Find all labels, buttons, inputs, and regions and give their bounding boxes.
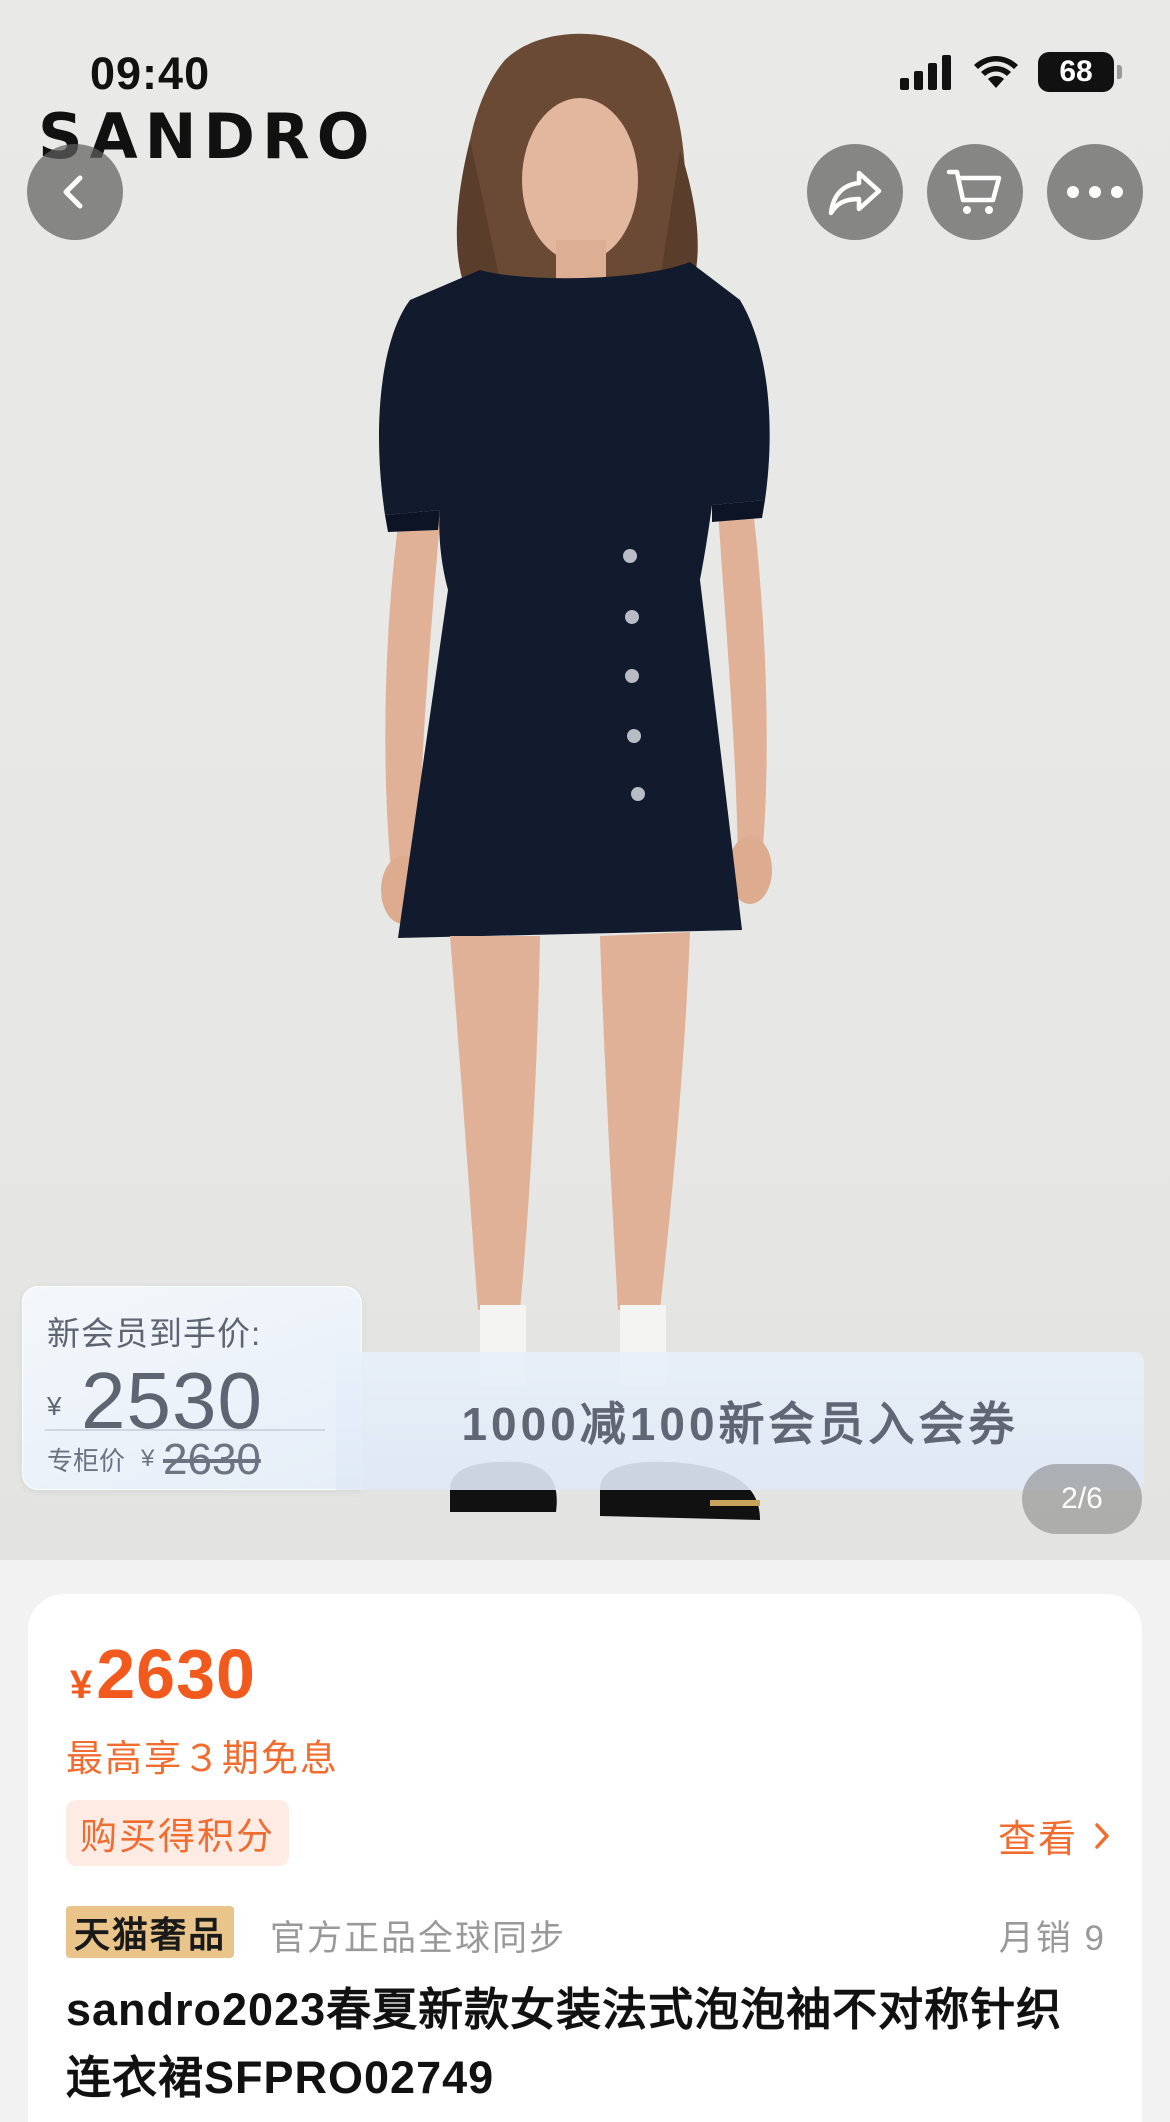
chevron-left-icon — [63, 175, 83, 209]
authentic-tagline: 官方正品全球同步 — [270, 1919, 567, 1958]
share-button[interactable] — [807, 144, 903, 240]
cart-icon — [946, 169, 1002, 214]
tmall-luxury-badge: 天猫奢品 — [66, 1906, 235, 1958]
original-price-currency: ¥ — [141, 1445, 155, 1472]
battery-icon: 68 — [1038, 52, 1122, 92]
cart-button[interactable] — [927, 144, 1023, 240]
view-points-link[interactable]: 查看 — [998, 1808, 1112, 1863]
original-price-label: 专柜价 — [47, 1446, 126, 1476]
share-arrow-icon — [828, 170, 882, 216]
more-dots-icon — [1067, 186, 1123, 198]
points-badge[interactable]: 购买得积分 — [66, 1800, 289, 1866]
gallery-page-indicator: 2/6 — [1022, 1464, 1142, 1534]
product-title: sandro2023春夏新款女装法式泡泡袖不对称针织连衣裙SFPRO02749 — [66, 1984, 1063, 2103]
price-value: 2630 — [96, 1635, 256, 1713]
price-currency: ¥ — [70, 1663, 93, 1707]
status-time: 09:40 — [90, 48, 211, 99]
member-coupon-banner[interactable]: 1000减100新会员入会券 — [336, 1352, 1144, 1490]
back-button[interactable] — [27, 144, 123, 240]
coupon-text: 1000减100新会员入会券 — [461, 1398, 1019, 1450]
member-price-title: 新会员到手价: — [47, 1315, 262, 1352]
member-price-currency: ¥ — [47, 1391, 62, 1421]
promo-divider — [45, 1429, 325, 1431]
more-button[interactable] — [1047, 144, 1143, 240]
monthly-sales: 月销 9 — [998, 1919, 1106, 1958]
member-price-value: 2530 — [81, 1356, 263, 1445]
original-price-value: 2630 — [163, 1435, 261, 1484]
installment-info: 最高享３期免息 — [66, 1738, 339, 1779]
status-icons: 68 — [900, 52, 1122, 92]
signal-icon — [900, 55, 951, 90]
view-label: 查看 — [997, 1819, 1078, 1861]
chevron-right-icon — [1095, 1822, 1109, 1849]
price: ¥ 2630 — [70, 1634, 256, 1714]
product-image-gallery[interactable]: 09:40 68 SANDRO 新会员到手价: ¥ 2530 专柜价 ¥ 263… — [0, 0, 1170, 1560]
member-price-card[interactable]: 新会员到手价: ¥ 2530 专柜价 ¥ 2630 — [22, 1286, 362, 1490]
wifi-icon — [974, 56, 1018, 88]
product-info-card: ¥ 2630 最高享３期免息 购买得积分 查看 天猫奢品 官方正品全球同步 月销… — [28, 1594, 1142, 2122]
